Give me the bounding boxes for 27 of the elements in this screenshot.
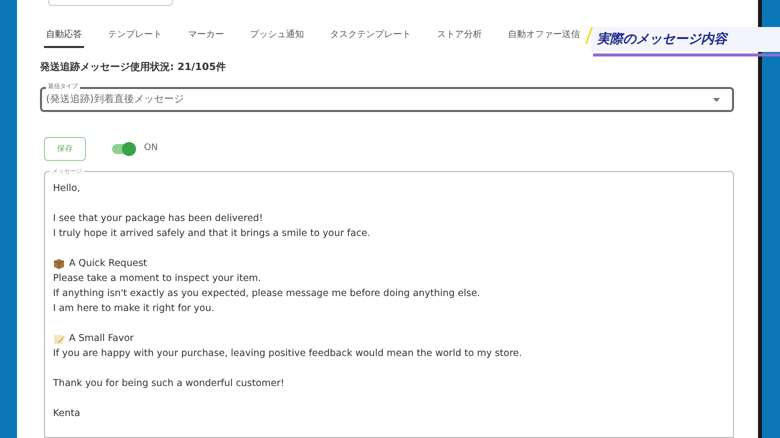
- tab[interactable]: 自動オファー送信: [506, 26, 582, 48]
- message-line: I see that your package has been delivered!: [53, 212, 263, 226]
- message-line: Kenta: [53, 407, 80, 421]
- message-line: If you are happy with your purchase, leaving positive feedback would mean the world to my store.: [53, 347, 522, 361]
- toggle-switch[interactable]: [112, 144, 136, 154]
- message-line: I truly hope it arrived safely and that it brings a smile to your face.: [53, 227, 370, 241]
- caption-text: 実際のメッセージ内容: [597, 30, 727, 50]
- box-icon: [53, 258, 65, 270]
- message-line: I am here to make it right for you.: [53, 302, 214, 316]
- tab[interactable]: マーカー: [186, 26, 226, 48]
- note-icon: [53, 332, 65, 344]
- input-field[interactable]: [48, 0, 173, 6]
- message-line: Please take a moment to inspect your item.: [53, 272, 262, 286]
- message-line: A Small Favor: [69, 332, 134, 346]
- message-line: Hello,: [53, 182, 80, 196]
- message-line: A Quick Request: [69, 257, 147, 271]
- tab[interactable]: ストア分析: [435, 26, 484, 48]
- tab[interactable]: タスクテンプレート: [328, 26, 413, 48]
- tab[interactable]: プッシュ通知: [248, 26, 306, 48]
- select-value: (発送追跡)到着直後メッセージ: [46, 92, 184, 107]
- message-line: Thank you for being such a wonderful customer!: [53, 377, 284, 391]
- tab[interactable]: 自動応答: [44, 26, 84, 48]
- dropdown-caret-icon: [713, 98, 720, 102]
- message-line: If anything isn't exactly as you expected, please message me before doing anything else.: [53, 287, 480, 301]
- tab[interactable]: テンプレート: [106, 26, 164, 48]
- usage-status: 発送追跡メッセージ使用状況: 21/105件: [40, 60, 227, 75]
- toggle-label: ON: [144, 142, 158, 156]
